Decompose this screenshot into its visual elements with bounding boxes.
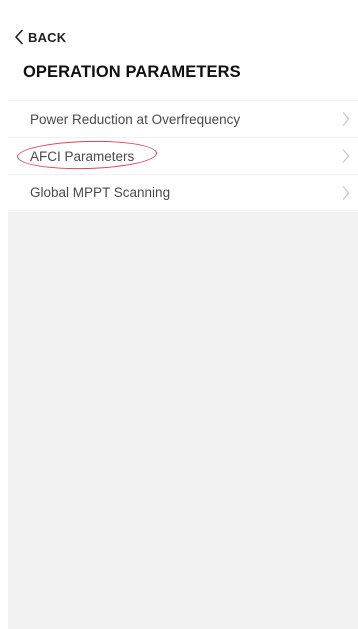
list-item-label: AFCI Parameters [30, 148, 135, 164]
list-item-label: Power Reduction at Overfrequency [30, 111, 241, 127]
list-item-power-reduction-overfrequency[interactable]: Power Reduction at Overfrequency [8, 100, 358, 137]
chevron-right-icon [342, 112, 350, 126]
page-title: OPERATION PARAMETERS [23, 63, 241, 81]
empty-content-area [8, 212, 358, 629]
chevron-left-icon [14, 29, 24, 45]
chevron-right-icon [342, 149, 350, 163]
back-button[interactable]: BACK [14, 26, 66, 48]
chevron-right-icon [342, 185, 350, 200]
parameters-list: Power Reduction at Overfrequency AFCI Pa… [8, 100, 358, 211]
list-item-afci-parameters[interactable]: AFCI Parameters [8, 137, 358, 174]
back-label: BACK [28, 29, 67, 45]
list-item-global-mppt-scanning[interactable]: Global MPPT Scanning [8, 174, 358, 211]
list-item-label: Global MPPT Scanning [30, 185, 171, 200]
